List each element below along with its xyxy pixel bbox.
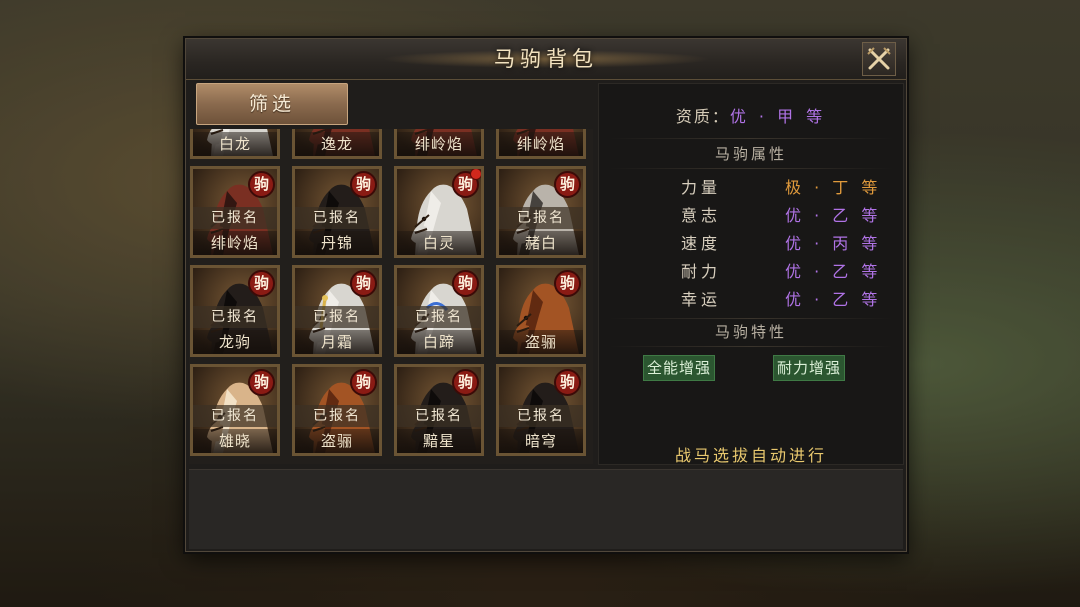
- quality-row: 资质：优 · 甲 等: [599, 104, 903, 130]
- horse-name: 黯星: [397, 429, 481, 453]
- colt-badge: 驹: [350, 171, 377, 198]
- registered-status: 已报名: [193, 405, 277, 427]
- horse-name: 龙驹: [193, 330, 277, 354]
- attribute-label: 意志: [681, 206, 722, 225]
- horse-name: 白蹄: [397, 330, 481, 354]
- registered-status: 已报名: [193, 306, 277, 328]
- colt-badge: 驹: [248, 369, 275, 396]
- horse-name: 绯岭焰: [397, 132, 481, 156]
- attribute-row: 意志 优 · 乙 等: [599, 202, 903, 230]
- new-notification-dot: [470, 169, 481, 180]
- horse-card[interactable]: 驹已报名 龙驹: [190, 265, 280, 357]
- divider: [609, 346, 893, 347]
- registered-status: 已报名: [499, 405, 583, 427]
- colt-badge: 驹: [350, 369, 377, 396]
- horse-name: 丹锦: [295, 231, 379, 255]
- horse-card[interactable]: 驹已报名 白蹄: [394, 265, 484, 357]
- horse-card[interactable]: 驹已报名 暗穹: [496, 364, 586, 456]
- horse-name: 绯岭焰: [499, 132, 583, 156]
- horse-name: 月霜: [295, 330, 379, 354]
- registered-status: 已报名: [499, 207, 583, 229]
- attribute-value: 优 · 乙 等: [785, 290, 882, 309]
- window-title: 马驹背包: [494, 47, 598, 71]
- horse-name: 盗骊: [295, 429, 379, 453]
- horse-name: 赭白: [499, 231, 583, 255]
- colt-badge: 驹: [554, 171, 581, 198]
- horse-card[interactable]: 驹已报名 丹锦: [292, 166, 382, 258]
- attribute-row: 速度 优 · 丙 等: [599, 230, 903, 258]
- divider: [609, 318, 893, 319]
- auto-selection-note: 战马选拔自动进行: [674, 446, 827, 465]
- attribute-value: 极 · 丁 等: [785, 178, 882, 197]
- colt-badge: 驹: [452, 270, 479, 297]
- colt-badge: 驹: [554, 369, 581, 396]
- colt-badge: 驹: [248, 171, 275, 198]
- horse-name: 绯岭焰: [193, 231, 277, 255]
- trait-stamina[interactable]: 耐力增强: [773, 355, 846, 381]
- registered-status: 已报名: [295, 207, 379, 229]
- registered-status: 已报名: [295, 306, 379, 328]
- quality-label: 资质：: [675, 107, 730, 126]
- close-button[interactable]: [862, 42, 896, 76]
- divider: [609, 138, 893, 139]
- attribute-value: 优 · 乙 等: [785, 206, 882, 225]
- horse-name: 暗穹: [499, 429, 583, 453]
- attribute-value: 优 · 乙 等: [785, 262, 882, 281]
- horse-grid: 白龙 逸龙 绯岭焰 绯岭焰驹已报名 绯岭焰驹已报名 丹锦驹白灵驹已报名 赭白驹已报名 龙驹驹已…: [189, 129, 593, 464]
- horse-card[interactable]: 驹已报名 雄晓: [190, 364, 280, 456]
- colt-badge: 驹: [350, 270, 377, 297]
- bottom-bar: [189, 469, 903, 549]
- registered-status: 已报名: [397, 405, 481, 427]
- attribute-label: 速度: [681, 234, 722, 253]
- filter-button[interactable]: 筛选: [196, 83, 348, 125]
- registered-status: 已报名: [295, 405, 379, 427]
- close-swords-icon: [867, 47, 891, 70]
- attribute-row: 力量 极 · 丁 等: [599, 174, 903, 202]
- horse-name: 雄晓: [193, 429, 277, 453]
- horse-card[interactable]: 白龙: [190, 129, 280, 159]
- attribute-row: 幸运 优 · 乙 等: [599, 286, 903, 314]
- attribute-label: 力量: [681, 178, 722, 197]
- colt-badge: 驹: [554, 270, 581, 297]
- horse-card[interactable]: 绯岭焰: [496, 129, 586, 159]
- divider: [609, 168, 893, 169]
- horse-name: 白龙: [193, 132, 277, 156]
- horse-card[interactable]: 驹已报名 盗骊: [292, 364, 382, 456]
- registered-status: 已报名: [397, 306, 481, 328]
- quality-value: 优 · 甲 等: [729, 107, 827, 126]
- colt-badge: 驹: [452, 369, 479, 396]
- horse-card[interactable]: 驹已报名 黯星: [394, 364, 484, 456]
- traits-title: 马驹特性: [714, 323, 787, 341]
- attribute-label: 耐力: [681, 262, 722, 281]
- trait-all-round[interactable]: 全能增强: [643, 355, 716, 381]
- horse-bag-window: 马驹背包 筛选 白龙 逸龙 绯岭焰 绯岭焰驹已报名 绯岭焰驹已报名 丹锦驹白灵驹已报名 赭白…: [185, 38, 907, 552]
- attribute-label: 幸运: [681, 290, 722, 309]
- horse-card[interactable]: 驹已报名 月霜: [292, 265, 382, 357]
- attribute-row: 耐力 优 · 乙 等: [599, 258, 903, 286]
- horse-card[interactable]: 驹已报名 赭白: [496, 166, 586, 258]
- horse-card[interactable]: 绯岭焰: [394, 129, 484, 159]
- registered-status: 已报名: [193, 207, 277, 229]
- horse-detail-panel: 资质：优 · 甲 等 马驹属性 力量极 · 丁 等意志优 · 乙 等速度优 · …: [598, 83, 904, 465]
- title-bar: 马驹背包: [186, 39, 906, 80]
- horse-name: 盗骊: [499, 330, 583, 354]
- horse-card[interactable]: 驹已报名 绯岭焰: [190, 166, 280, 258]
- colt-badge: 驹: [248, 270, 275, 297]
- horse-name: 白灵: [397, 231, 481, 255]
- horse-card[interactable]: 驹白灵: [394, 166, 484, 258]
- horse-name: 逸龙: [295, 132, 379, 156]
- horse-card[interactable]: 逸龙: [292, 129, 382, 159]
- attribute-value: 优 · 丙 等: [785, 234, 882, 253]
- attributes-title: 马驹属性: [714, 145, 787, 163]
- horse-card[interactable]: 驹盗骊: [496, 265, 586, 357]
